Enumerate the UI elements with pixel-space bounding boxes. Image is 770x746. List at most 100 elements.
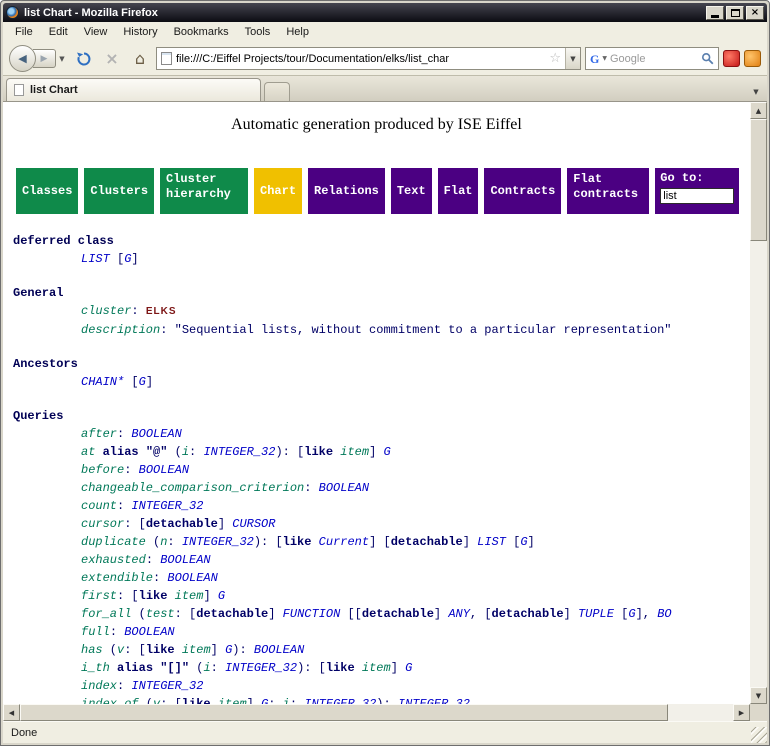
- code-line: extendible: BOOLEAN: [3, 569, 750, 587]
- goto-input[interactable]: [660, 188, 734, 204]
- nav-button-flat-contracts[interactable]: Flat contracts: [567, 168, 649, 214]
- horizontal-scrollbar-track[interactable]: [668, 704, 733, 721]
- addon-icon-orange[interactable]: [744, 50, 761, 67]
- history-dropdown-button[interactable]: ▼: [56, 49, 68, 68]
- google-icon: G: [590, 53, 599, 65]
- horizontal-scrollbar-thumb[interactable]: [20, 704, 668, 721]
- vertical-scrollbar[interactable]: ▲ ▼: [750, 102, 767, 704]
- code-line: cluster: ELKS: [3, 302, 750, 321]
- tab-bar: list Chart ▼: [3, 76, 767, 102]
- section: Queriesafter: BOOLEANat alias "@" (i: IN…: [3, 407, 750, 704]
- scroll-left-button[interactable]: ◀: [3, 704, 20, 721]
- forward-button[interactable]: ▶: [33, 49, 56, 68]
- code-line: at alias "@" (i: INTEGER_32): [like item…: [3, 443, 750, 461]
- list-all-tabs-button[interactable]: ▼: [748, 82, 764, 101]
- refresh-icon: [76, 51, 92, 67]
- nav-button-contracts[interactable]: Contracts: [484, 168, 561, 214]
- scroll-up-button[interactable]: ▲: [750, 102, 767, 119]
- nav-button-relations[interactable]: Relations: [308, 168, 385, 214]
- home-icon: ⌂: [135, 49, 145, 68]
- address-bar: ☆ ▼: [156, 47, 581, 70]
- code-line: for_all (test: [detachable] FUNCTION [[d…: [3, 605, 750, 623]
- close-button[interactable]: ×: [746, 6, 764, 20]
- goto-label: Go to:: [660, 171, 703, 185]
- nav-button-flat[interactable]: Flat: [438, 168, 479, 214]
- tab-page-icon: [14, 84, 24, 96]
- page-title: Automatic generation produced by ISE Eif…: [3, 116, 750, 134]
- scroll-right-button[interactable]: ▶: [733, 704, 750, 721]
- code-line: index_of (v: [like item] G; i: INTEGER_3…: [3, 695, 750, 704]
- home-button[interactable]: ⌂: [128, 47, 152, 71]
- section: Generalcluster: ELKSdescription: "Sequen…: [3, 284, 750, 339]
- nav-button-text[interactable]: Text: [391, 168, 432, 214]
- code-line: full: BOOLEAN: [3, 623, 750, 641]
- nav-button-clusters[interactable]: Clusters: [84, 168, 154, 214]
- code-line: count: INTEGER_32: [3, 497, 750, 515]
- refresh-button[interactable]: [72, 47, 96, 71]
- section: AncestorsCHAIN* [G]: [3, 355, 750, 391]
- code-line: first: [like item] G: [3, 587, 750, 605]
- stop-icon: ×: [105, 49, 118, 68]
- menu-item-tools[interactable]: Tools: [237, 24, 279, 40]
- menu-item-view[interactable]: View: [76, 24, 116, 40]
- code-line: before: BOOLEAN: [3, 461, 750, 479]
- section: deferred classLIST [G]: [3, 232, 750, 268]
- nav-button-cluster-hierarchy[interactable]: Cluster hierarchy: [160, 168, 248, 214]
- new-tab-button[interactable]: [264, 82, 290, 101]
- bookmark-star-icon[interactable]: ☆: [549, 51, 561, 66]
- stop-button[interactable]: ×: [100, 47, 124, 71]
- code-line: i_th alias "[]" (i: INTEGER_32): [like i…: [3, 659, 750, 677]
- search-icon[interactable]: [701, 52, 714, 65]
- section-heading: General: [3, 284, 750, 302]
- goto-box: Go to:: [655, 168, 739, 214]
- section-heading: Ancestors: [3, 355, 750, 373]
- code-line: duplicate (n: INTEGER_32): [like Current…: [3, 533, 750, 551]
- browser-window: list Chart - Mozilla Firefox × File Edit…: [0, 0, 770, 746]
- status-bar: Done: [3, 721, 767, 743]
- minimize-button[interactable]: [706, 6, 724, 20]
- tab-label: list Chart: [30, 84, 78, 96]
- firefox-icon: [6, 6, 19, 19]
- search-engine-dropdown[interactable]: ▼: [602, 55, 607, 62]
- search-input[interactable]: [610, 53, 698, 65]
- maximize-button[interactable]: [726, 6, 744, 20]
- navigation-toolbar: ◀ ▶ ▼ × ⌂ ☆ ▼ G ▼: [3, 42, 767, 76]
- nav-button-chart[interactable]: Chart: [254, 168, 302, 214]
- code-line: changeable_comparison_criterion: BOOLEAN: [3, 479, 750, 497]
- history-navigation: ◀ ▶ ▼: [9, 45, 68, 72]
- code-line: has (v: [like item] G): BOOLEAN: [3, 641, 750, 659]
- menu-item-help[interactable]: Help: [278, 24, 317, 40]
- document-page: Automatic generation produced by ISE Eif…: [3, 102, 750, 704]
- menu-item-edit[interactable]: Edit: [41, 24, 76, 40]
- back-button[interactable]: ◀: [9, 45, 36, 72]
- section-heading: deferred class: [3, 232, 750, 250]
- code-line: CHAIN* [G]: [3, 373, 750, 391]
- addon-icon-red[interactable]: [723, 50, 740, 67]
- code-line: description: "Sequential lists, without …: [3, 321, 750, 339]
- scroll-down-button[interactable]: ▼: [750, 687, 767, 704]
- title-bar[interactable]: list Chart - Mozilla Firefox ×: [3, 3, 767, 22]
- search-box: G ▼: [585, 47, 719, 70]
- page-content: Automatic generation produced by ISE Eif…: [3, 102, 767, 704]
- minimize-icon: [711, 15, 719, 18]
- window-controls: ×: [706, 6, 764, 20]
- maximize-icon: [731, 9, 740, 17]
- address-input[interactable]: [176, 53, 545, 65]
- vertical-scrollbar-thumb[interactable]: [750, 119, 767, 241]
- scrollbar-corner: [750, 704, 767, 721]
- status-text: Done: [11, 727, 37, 739]
- nav-button-classes[interactable]: Classes: [16, 168, 78, 214]
- page-icon: [161, 52, 172, 65]
- tab-list-chart[interactable]: list Chart: [6, 78, 261, 101]
- menu-item-file[interactable]: File: [7, 24, 41, 40]
- menu-item-history[interactable]: History: [115, 24, 165, 40]
- section-heading: Queries: [3, 407, 750, 425]
- menu-bar: File Edit View History Bookmarks Tools H…: [3, 22, 767, 42]
- window-title: list Chart - Mozilla Firefox: [24, 7, 701, 19]
- resize-grip[interactable]: [751, 727, 767, 743]
- chart-nav-buttons: Classes Clusters Cluster hierarchy Chart…: [16, 168, 750, 214]
- horizontal-scrollbar[interactable]: ◀ ▶: [3, 704, 767, 721]
- address-dropdown-button[interactable]: ▼: [565, 48, 580, 69]
- menu-item-bookmarks[interactable]: Bookmarks: [166, 24, 237, 40]
- code-line: after: BOOLEAN: [3, 425, 750, 443]
